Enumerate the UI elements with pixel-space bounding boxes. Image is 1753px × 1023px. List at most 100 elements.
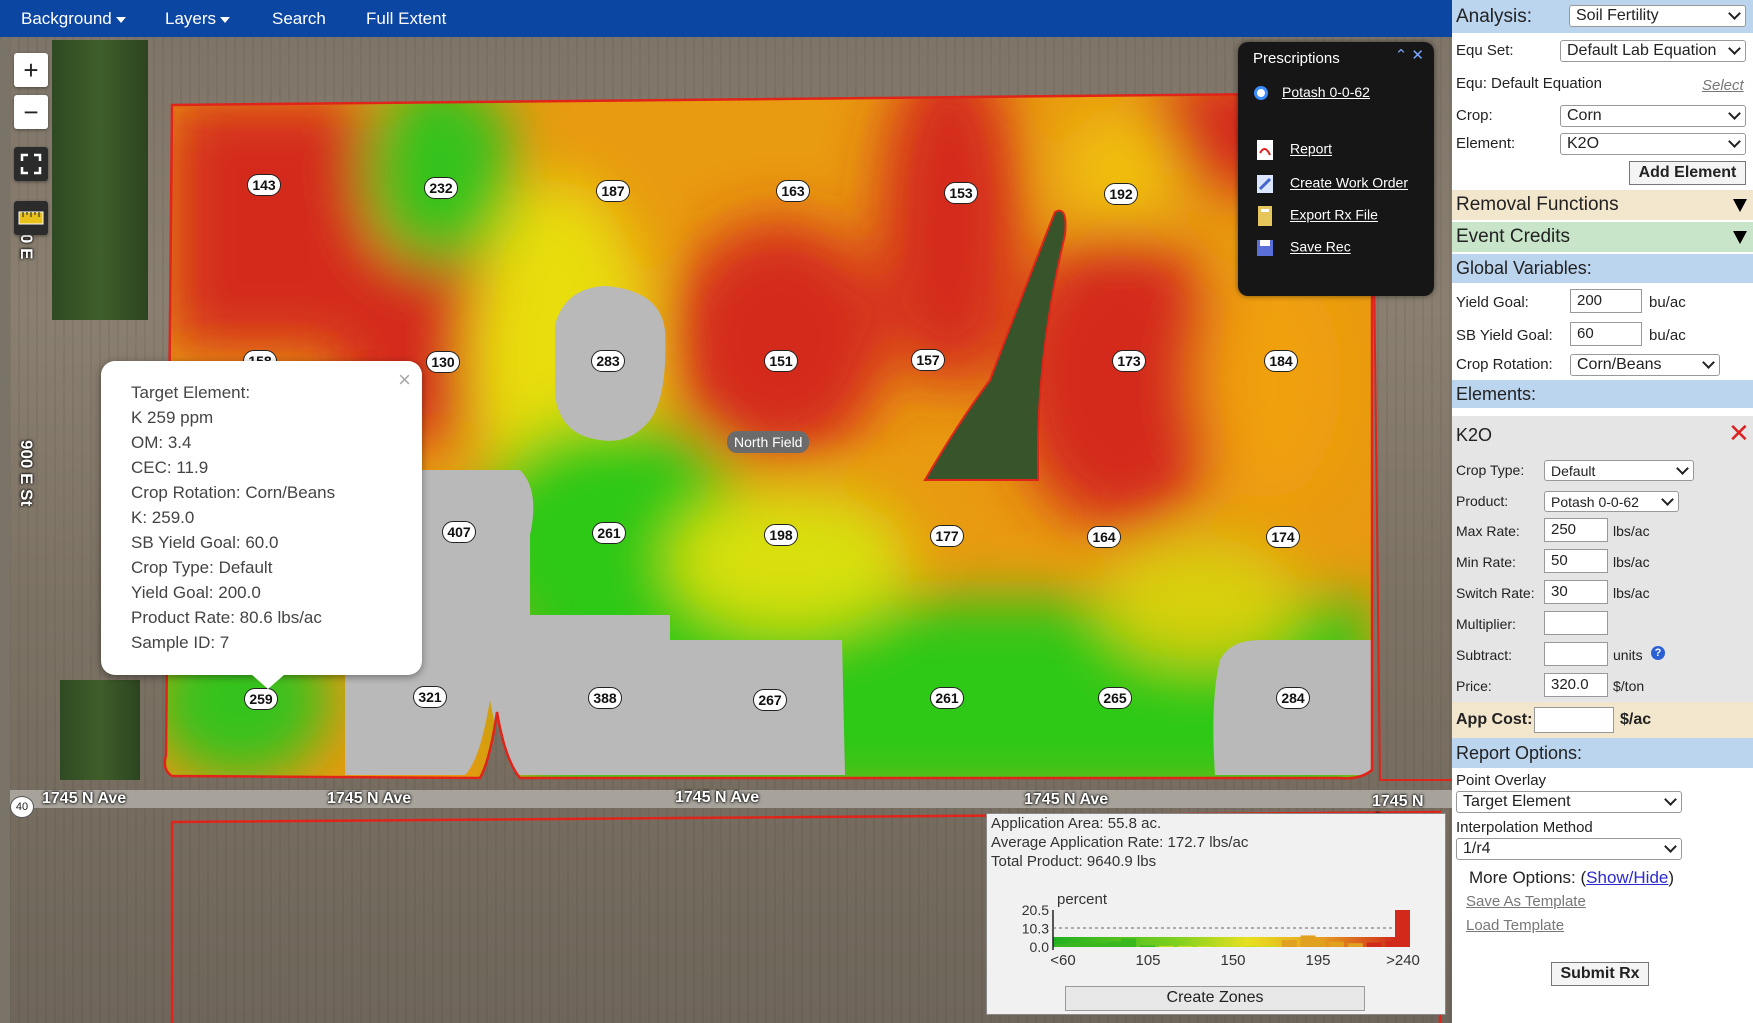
min-rate-input[interactable]: 50 [1544, 549, 1608, 573]
sample-point-label[interactable]: 153 [944, 182, 978, 204]
layers-menu-label: Layers [165, 9, 217, 28]
submit-rx-button[interactable]: Submit Rx [1551, 962, 1649, 986]
sb-yield-goal-input[interactable]: 60 [1570, 322, 1642, 346]
map-view[interactable]: Background Layers Search Full Extent 143… [0, 0, 1452, 1023]
crop-type-label: Crop Type: [1456, 462, 1525, 478]
sample-point-label[interactable]: 261 [592, 522, 626, 544]
analysis-select[interactable]: Soil Fertility [1569, 5, 1746, 27]
zoom-in-button[interactable]: + [14, 53, 48, 87]
report-link[interactable]: Report [1254, 139, 1332, 161]
sample-point-label[interactable]: 163 [776, 180, 810, 202]
multiplier-input[interactable] [1544, 611, 1608, 635]
histogram-bar [1196, 945, 1212, 947]
sample-point-label[interactable]: 267 [753, 689, 787, 711]
more-options: More Options: (Show/Hide) [1469, 868, 1674, 888]
sample-point-label[interactable]: 192 [1104, 183, 1138, 205]
radio-selected-icon [1254, 86, 1268, 101]
global-variables-label: Global Variables: [1456, 258, 1592, 278]
app-cost-unit: $/ac [1620, 711, 1652, 728]
histogram-bar [1121, 938, 1137, 947]
save-as-template-link[interactable]: Save As Template [1466, 893, 1586, 910]
sample-point-label[interactable]: 321 [413, 686, 447, 708]
event-credits-header[interactable]: Event Credits [1452, 222, 1753, 252]
sample-point-label[interactable]: 232 [424, 177, 458, 199]
popup-line: Crop Rotation: Corn/Beans [131, 483, 336, 502]
switch-rate-input[interactable]: 30 [1544, 580, 1608, 604]
sample-point-label[interactable]: 157 [911, 349, 945, 371]
fullscreen-button[interactable] [14, 147, 48, 181]
save-rec-link[interactable]: Save Rec [1254, 237, 1351, 259]
sample-point-label[interactable]: 130 [426, 351, 460, 373]
save-rec-label: Save Rec [1290, 238, 1351, 255]
crop-rotation-select[interactable]: Corn/Beans [1570, 354, 1720, 376]
equ-set-select[interactable]: Default Lab Equation [1560, 40, 1746, 62]
histogram-bar [1081, 942, 1097, 947]
app-cost-input[interactable] [1534, 707, 1614, 733]
sample-point-label[interactable]: 283 [591, 350, 625, 372]
sample-point-label[interactable]: 151 [764, 350, 798, 372]
create-work-order-link[interactable]: Create Work Order [1254, 173, 1408, 195]
equation-select-link[interactable]: Select [1702, 77, 1744, 94]
measure-button[interactable] [14, 201, 48, 235]
show-hide-link[interactable]: Show/Hide [1586, 868, 1668, 887]
sample-point-label[interactable]: 143 [247, 174, 281, 196]
sample-point-label[interactable]: 184 [1264, 350, 1298, 372]
sample-point-label[interactable]: 259 [244, 688, 278, 710]
histogram-bar [1395, 910, 1410, 947]
interpolation-method-select[interactable]: 1/r4 [1456, 838, 1682, 860]
create-zones-button[interactable]: Create Zones [1065, 986, 1365, 1011]
multiplier-label: Multiplier: [1456, 616, 1516, 632]
histogram-bar [1262, 945, 1278, 947]
sample-point-label[interactable]: 174 [1266, 526, 1300, 548]
sample-point-label[interactable]: 177 [930, 525, 964, 547]
sample-point-label[interactable]: 198 [764, 524, 798, 546]
chevron-down-icon [1676, 462, 1689, 475]
sample-point-label[interactable]: 164 [1087, 526, 1121, 548]
price-input[interactable]: 320.0 [1544, 673, 1608, 697]
sample-point-label[interactable]: 187 [596, 180, 630, 202]
collapse-close-controls[interactable]: ⌃ ✕ [1395, 46, 1424, 64]
rx-product-radio[interactable]: Potash 0-0-62 [1254, 84, 1370, 101]
field-name-label[interactable]: North Field [727, 431, 810, 453]
full-extent-button[interactable]: Full Extent [366, 0, 446, 37]
chevron-down-icon [1728, 107, 1741, 120]
export-rx-file-link[interactable]: Export Rx File [1254, 205, 1378, 227]
layers-menu[interactable]: Layers [165, 0, 231, 37]
sample-point-label[interactable]: 388 [588, 687, 622, 709]
popup-line: Yield Goal: 200.0 [131, 583, 261, 602]
subtract-input[interactable] [1544, 642, 1608, 666]
sample-point-label[interactable]: 265 [1098, 687, 1132, 709]
histogram-bar [1366, 942, 1382, 947]
top-toolbar: Background Layers Search Full Extent [0, 0, 1452, 37]
removal-functions-header[interactable]: Removal Functions [1452, 190, 1753, 220]
add-element-button[interactable]: Add Element [1629, 161, 1746, 185]
load-template-link[interactable]: Load Template [1466, 917, 1564, 934]
product-select[interactable]: Potash 0-0-62 [1544, 491, 1679, 512]
help-icon[interactable]: ? [1651, 646, 1665, 660]
sample-point-label[interactable]: 261 [930, 687, 964, 709]
chevron-down-icon [220, 16, 231, 23]
yield-goal-input[interactable]: 200 [1570, 289, 1642, 313]
crop-select[interactable]: Corn [1560, 105, 1746, 127]
search-button[interactable]: Search [272, 0, 326, 37]
zoom-out-button[interactable]: − [14, 95, 48, 129]
sample-point-label[interactable]: 407 [442, 521, 476, 543]
point-overlay-select[interactable]: Target Element [1456, 791, 1682, 813]
close-icon[interactable]: × [398, 367, 411, 393]
x-tick-label: >240 [1386, 952, 1420, 969]
sample-point-label[interactable]: 284 [1276, 687, 1310, 709]
max-rate-input[interactable]: 250 [1544, 518, 1608, 542]
background-menu[interactable]: Background [21, 0, 126, 37]
yield-goal-unit: bu/ac [1649, 294, 1686, 311]
element-select[interactable]: K2O [1560, 133, 1746, 155]
crop-type-value: Default [1551, 463, 1596, 479]
remove-element-icon[interactable]: ✕ [1728, 418, 1750, 449]
x-tick-label: 195 [1305, 952, 1330, 969]
create-work-order-label: Create Work Order [1290, 174, 1408, 191]
price-label: Price: [1456, 678, 1492, 694]
histogram-bar [1243, 945, 1259, 947]
crop-type-select[interactable]: Default [1544, 460, 1694, 481]
sample-point-label[interactable]: 173 [1112, 350, 1146, 372]
switch-rate-unit: lbs/ac [1613, 585, 1650, 601]
product-value: Potash 0-0-62 [1551, 494, 1639, 510]
